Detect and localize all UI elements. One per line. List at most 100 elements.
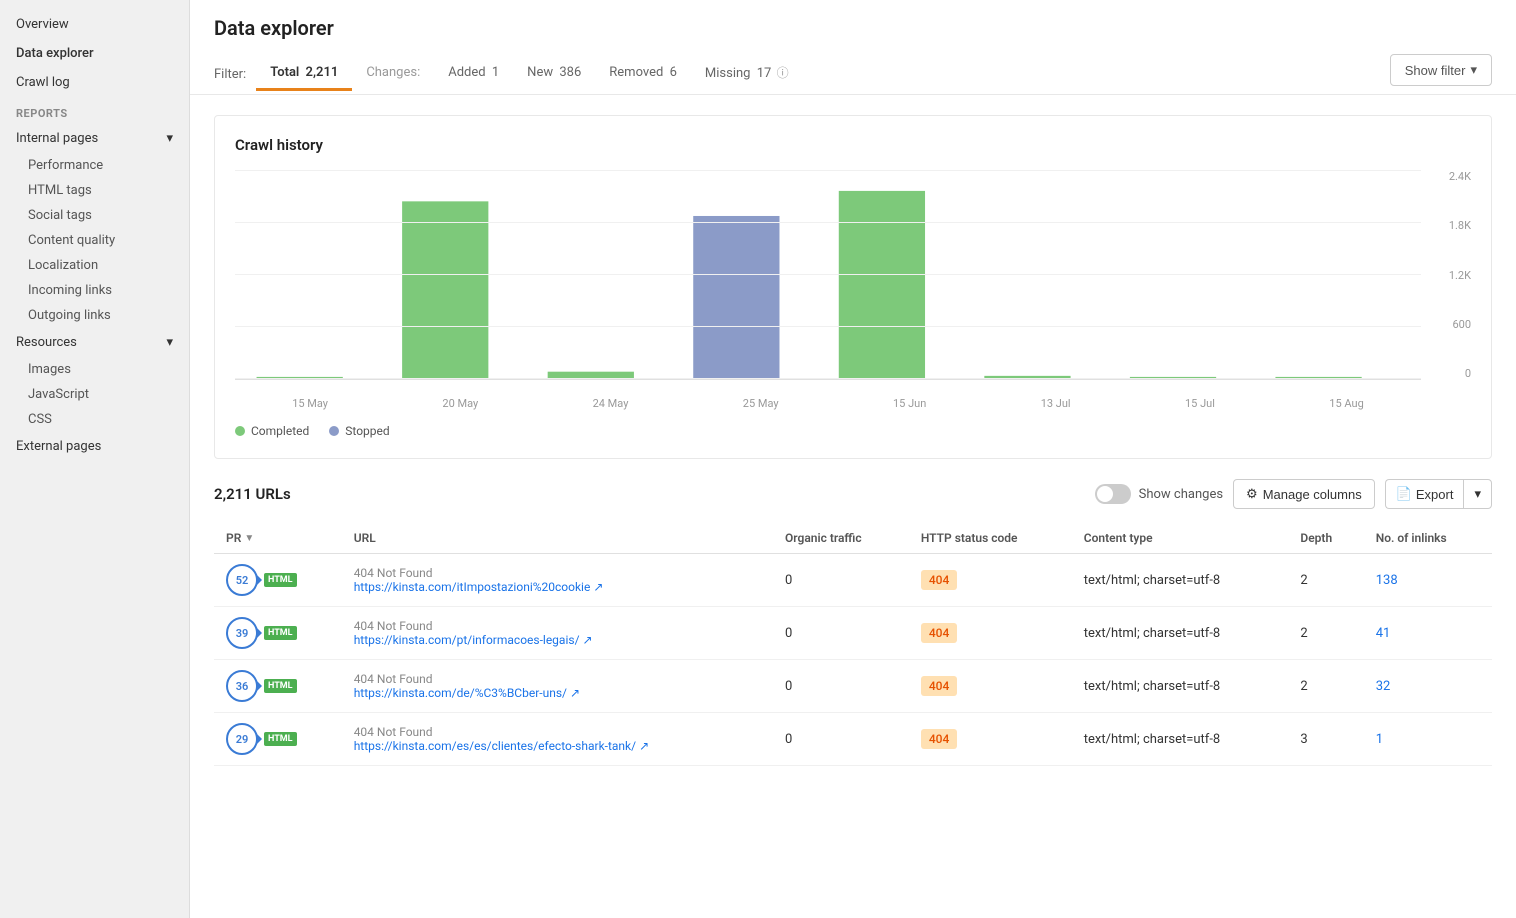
- depth: 2: [1288, 660, 1363, 713]
- filter-bar: Filter: Total 2,211 Changes: Added 1 New…: [214, 54, 1492, 94]
- chart-container: 15 May 20 May 24 May 25 May 15 Jun 13 Ju…: [235, 170, 1471, 410]
- filter-tab-added[interactable]: Added 1: [434, 57, 513, 91]
- sidebar: Overview Data explorer Crawl log REPORTS…: [0, 0, 190, 918]
- export-group: 📄 Export ▾: [1385, 479, 1492, 509]
- content-type: text/html; charset=utf-8: [1072, 554, 1289, 607]
- filter-tab-new[interactable]: New 386: [513, 57, 595, 91]
- filter-tab-total-label: Total: [270, 65, 299, 80]
- chart-legend: Completed Stopped: [235, 424, 1471, 438]
- col-content-type: Content type: [1072, 523, 1289, 554]
- sidebar-sub-content-quality[interactable]: Content quality: [0, 228, 189, 253]
- inlinks: 1: [1364, 713, 1492, 766]
- url-link[interactable]: https://kinsta.com/de/%C3%BCber-uns/ ↗: [354, 686, 580, 700]
- sidebar-sub-performance[interactable]: Performance: [0, 153, 189, 178]
- col-url: URL: [342, 523, 773, 554]
- url-link[interactable]: https://kinsta.com/itImpostazioni%20cook…: [354, 580, 604, 594]
- pr-cell: 29 HTML: [214, 713, 342, 766]
- x-label-4: 25 May: [743, 397, 779, 410]
- sidebar-sub-social-tags[interactable]: Social tags: [0, 203, 189, 228]
- sidebar-sub-html-tags[interactable]: HTML tags: [0, 178, 189, 203]
- sidebar-item-data-explorer[interactable]: Data explorer: [0, 39, 189, 68]
- col-organic-traffic: Organic traffic: [773, 523, 909, 554]
- sidebar-item-resources[interactable]: Resources ▾: [0, 328, 189, 357]
- depth: 2: [1288, 554, 1363, 607]
- depth: 3: [1288, 713, 1363, 766]
- x-label-7: 15 Jul: [1185, 397, 1215, 410]
- chevron-down-icon: ▾: [1474, 486, 1481, 502]
- sidebar-sub-images[interactable]: Images: [0, 357, 189, 382]
- legend-stopped-label: Stopped: [345, 424, 389, 438]
- show-filter-button[interactable]: Show filter ▾: [1390, 54, 1492, 86]
- sidebar-sub-css[interactable]: CSS: [0, 407, 189, 432]
- x-label-6: 13 Jul: [1041, 397, 1071, 410]
- sidebar-item-internal-pages[interactable]: Internal pages ▾: [0, 124, 189, 153]
- sidebar-item-overview[interactable]: Overview: [0, 10, 189, 39]
- urls-table-section: 2,211 URLs Show changes ⚙ Manage columns: [214, 479, 1492, 766]
- chart-title: Crawl history: [235, 136, 1471, 154]
- export-button[interactable]: 📄 Export: [1385, 479, 1464, 509]
- sidebar-item-crawl-log[interactable]: Crawl log: [0, 68, 189, 97]
- filter-tab-missing[interactable]: Missing 17 ⓘ: [691, 56, 803, 92]
- reports-section-label: REPORTS: [0, 97, 189, 124]
- table-header: 2,211 URLs Show changes ⚙ Manage columns: [214, 479, 1492, 509]
- filter-tab-total[interactable]: Total 2,211: [256, 57, 352, 91]
- http-status: 404: [909, 554, 1072, 607]
- legend-stopped: Stopped: [329, 424, 389, 438]
- table-header-row: PR ▼ URL Organic traffic HTTP status cod…: [214, 523, 1492, 554]
- table-row: 36 HTML 404 Not Found https://kinsta.com…: [214, 660, 1492, 713]
- export-dropdown-button[interactable]: ▾: [1463, 479, 1492, 509]
- manage-columns-button[interactable]: ⚙ Manage columns: [1233, 479, 1375, 509]
- url-link[interactable]: https://kinsta.com/es/es/clientes/efecto…: [354, 739, 649, 753]
- pr-score: 36: [226, 670, 258, 702]
- filter-tab-changes-label: Changes:: [352, 57, 434, 91]
- col-pr[interactable]: PR ▼: [214, 523, 342, 554]
- x-label-5: 15 Jun: [893, 397, 926, 410]
- inlinks: 41: [1364, 607, 1492, 660]
- legend-completed: Completed: [235, 424, 309, 438]
- export-icon: 📄: [1396, 486, 1412, 502]
- show-changes-label: Show changes: [1139, 487, 1223, 502]
- sidebar-sub-localization[interactable]: Localization: [0, 253, 189, 278]
- toggle-knob: [1097, 486, 1113, 502]
- pr-score: 52: [226, 564, 258, 596]
- gear-icon: ⚙: [1246, 486, 1258, 502]
- y-label-2: 1.8K: [1431, 219, 1471, 232]
- status-badge-404: 404: [921, 623, 957, 643]
- sidebar-sub-javascript[interactable]: JavaScript: [0, 382, 189, 407]
- status-badge-404: 404: [921, 729, 957, 749]
- chart-bars-area: [235, 170, 1421, 380]
- url-cell: 404 Not Found https://kinsta.com/itImpos…: [342, 554, 773, 607]
- content-area: Crawl history: [190, 95, 1516, 918]
- show-changes-toggle[interactable]: [1095, 484, 1131, 504]
- y-label-3: 1.2K: [1431, 269, 1471, 282]
- http-status: 404: [909, 660, 1072, 713]
- url-link[interactable]: https://kinsta.com/pt/informacoes-legais…: [354, 633, 593, 647]
- x-label-3: 24 May: [593, 397, 629, 410]
- legend-stopped-dot: [329, 426, 339, 436]
- html-badge: HTML: [264, 573, 297, 587]
- filter-label: Filter:: [214, 67, 246, 82]
- urls-table: PR ▼ URL Organic traffic HTTP status cod…: [214, 523, 1492, 766]
- col-http-status: HTTP status code: [909, 523, 1072, 554]
- crawl-history-chart: Crawl history: [214, 115, 1492, 459]
- sidebar-sub-incoming-links[interactable]: Incoming links: [0, 278, 189, 303]
- html-badge: HTML: [264, 732, 297, 746]
- organic-traffic: 0: [773, 713, 909, 766]
- http-status: 404: [909, 713, 1072, 766]
- inlinks: 138: [1364, 554, 1492, 607]
- chart-svg: [235, 170, 1421, 379]
- filter-tab-removed[interactable]: Removed 6: [595, 57, 691, 91]
- chevron-down-icon: ▾: [166, 131, 173, 146]
- sidebar-sub-outgoing-links[interactable]: Outgoing links: [0, 303, 189, 328]
- sidebar-item-external-pages[interactable]: External pages: [0, 432, 189, 461]
- html-badge: HTML: [264, 679, 297, 693]
- main-header: Data explorer Filter: Total 2,211 Change…: [190, 0, 1516, 95]
- x-label-8: 15 Aug: [1329, 397, 1363, 410]
- filter-tab-total-count: 2,211: [306, 65, 339, 80]
- url-status: 404 Not Found: [354, 566, 761, 580]
- legend-completed-label: Completed: [251, 424, 309, 438]
- table-row: 39 HTML 404 Not Found https://kinsta.com…: [214, 607, 1492, 660]
- legend-completed-dot: [235, 426, 245, 436]
- url-cell: 404 Not Found https://kinsta.com/pt/info…: [342, 607, 773, 660]
- chart-x-labels: 15 May 20 May 24 May 25 May 15 Jun 13 Ju…: [235, 397, 1421, 410]
